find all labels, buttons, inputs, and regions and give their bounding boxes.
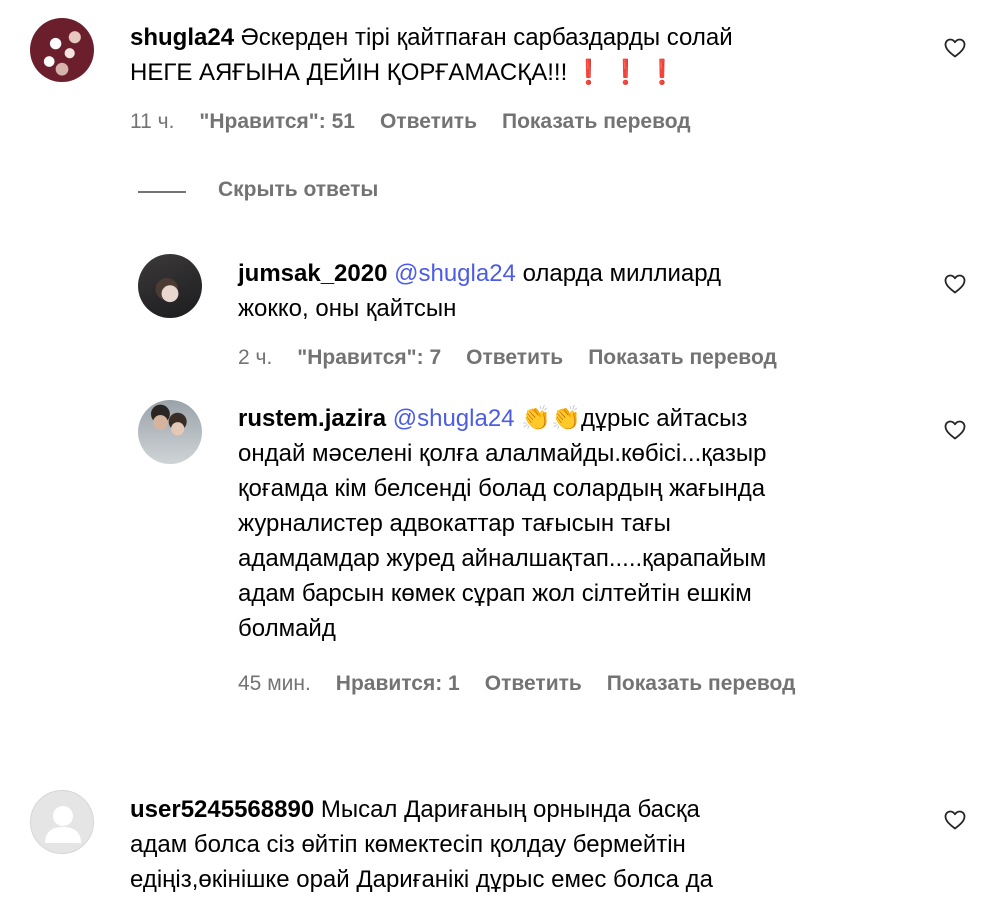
exclamation-emoji: ❗ ❗ ❗ (573, 59, 677, 86)
avatar-shugla24[interactable] (30, 18, 94, 82)
reply-button[interactable]: Ответить (466, 346, 563, 370)
comment-username[interactable]: shugla24 (130, 24, 234, 51)
likes-count[interactable]: "Нравится": 7 (297, 346, 441, 370)
clapping-hands-emoji: 👏👏 (521, 405, 581, 432)
reply-meta: 2 ч. "Нравится": 7 Ответить Показать пер… (238, 346, 777, 370)
reply-time: 2 ч. (238, 346, 273, 369)
comment-meta: 11 ч. "Нравится": 51 Ответить Показать п… (130, 110, 691, 134)
reply-text: жокко, оны қайтсын (238, 295, 457, 322)
reply-text: адамдамдар журед айналшақтап.....қарапай… (238, 545, 767, 572)
comment-body: user5245568890 Мысал Дариғаның орнында б… (130, 792, 890, 897)
reply-meta: 45 мин. Нравится: 1 Ответить Показать пе… (238, 672, 795, 696)
reply-text: адам барсын көмек сұрап жол сілтейтін еш… (238, 580, 752, 607)
comment-text: НЕГЕ АЯҒЫНА ДЕЙІН ҚОРҒАМАСҚА!!! (130, 59, 568, 86)
avatar-rustem-jazira[interactable] (138, 400, 202, 464)
mention-link[interactable]: @shugla24 (394, 260, 516, 287)
likes-count[interactable]: Нравится: 1 (336, 672, 460, 696)
reply-body: rustem.jazira @shugla24 👏👏дұрыс айтасыз … (238, 401, 918, 646)
comment-body: shugla24 Әскерден тірі қайтпаған сарбазд… (130, 20, 890, 90)
heart-outline-icon[interactable] (943, 808, 967, 832)
reply-text: журналистер адвокаттар тағысын тағы (238, 510, 671, 537)
comment-text: Әскерден тірі қайтпаған сарбаздарды сола… (240, 24, 733, 51)
comment-text: Мысал Дариғаның орнында басқа (320, 796, 700, 823)
reply-username[interactable]: rustem.jazira (238, 405, 386, 432)
reply-username[interactable]: jumsak_2020 (238, 260, 387, 287)
comment-username[interactable]: user5245568890 (130, 796, 314, 823)
reply-time: 45 мин. (238, 672, 311, 695)
reply-text: қоғамда кім белсенді болад солардың жағы… (238, 475, 766, 502)
reply-button[interactable]: Ответить (380, 110, 477, 134)
comment-text: адам болса сіз өйтіп көмектесіп қолдау б… (130, 831, 686, 858)
hide-replies-button[interactable]: Скрыть ответы (218, 178, 378, 202)
likes-count[interactable]: "Нравится": 51 (199, 110, 355, 134)
reply-text: дұрыс айтасыз (580, 405, 748, 432)
comment-time: 11 ч. (130, 110, 175, 133)
show-translation-button[interactable]: Показать перевод (502, 110, 691, 134)
heart-outline-icon[interactable] (943, 418, 967, 442)
reply-text: ондай мәселені қолға алалмайды.көбісі...… (238, 440, 767, 467)
replies-divider (138, 191, 186, 193)
reply-text: болмайд (238, 615, 336, 642)
show-translation-button[interactable]: Показать перевод (588, 346, 777, 370)
avatar-default[interactable] (30, 790, 94, 854)
heart-outline-icon[interactable] (943, 272, 967, 296)
heart-outline-icon[interactable] (943, 36, 967, 60)
avatar-jumsak_2020[interactable] (138, 254, 202, 318)
show-translation-button[interactable]: Показать перевод (607, 672, 796, 696)
mention-link[interactable]: @shugla24 (393, 405, 515, 432)
reply-text: оларда миллиард (522, 260, 722, 287)
comment-text: едіңіз,өкінішке орай Дариғанікі дұрыс ем… (130, 866, 713, 893)
reply-button[interactable]: Ответить (485, 672, 582, 696)
person-silhouette-icon (45, 806, 81, 843)
reply-body: jumsak_2020 @shugla24 оларда миллиард жо… (238, 256, 878, 326)
